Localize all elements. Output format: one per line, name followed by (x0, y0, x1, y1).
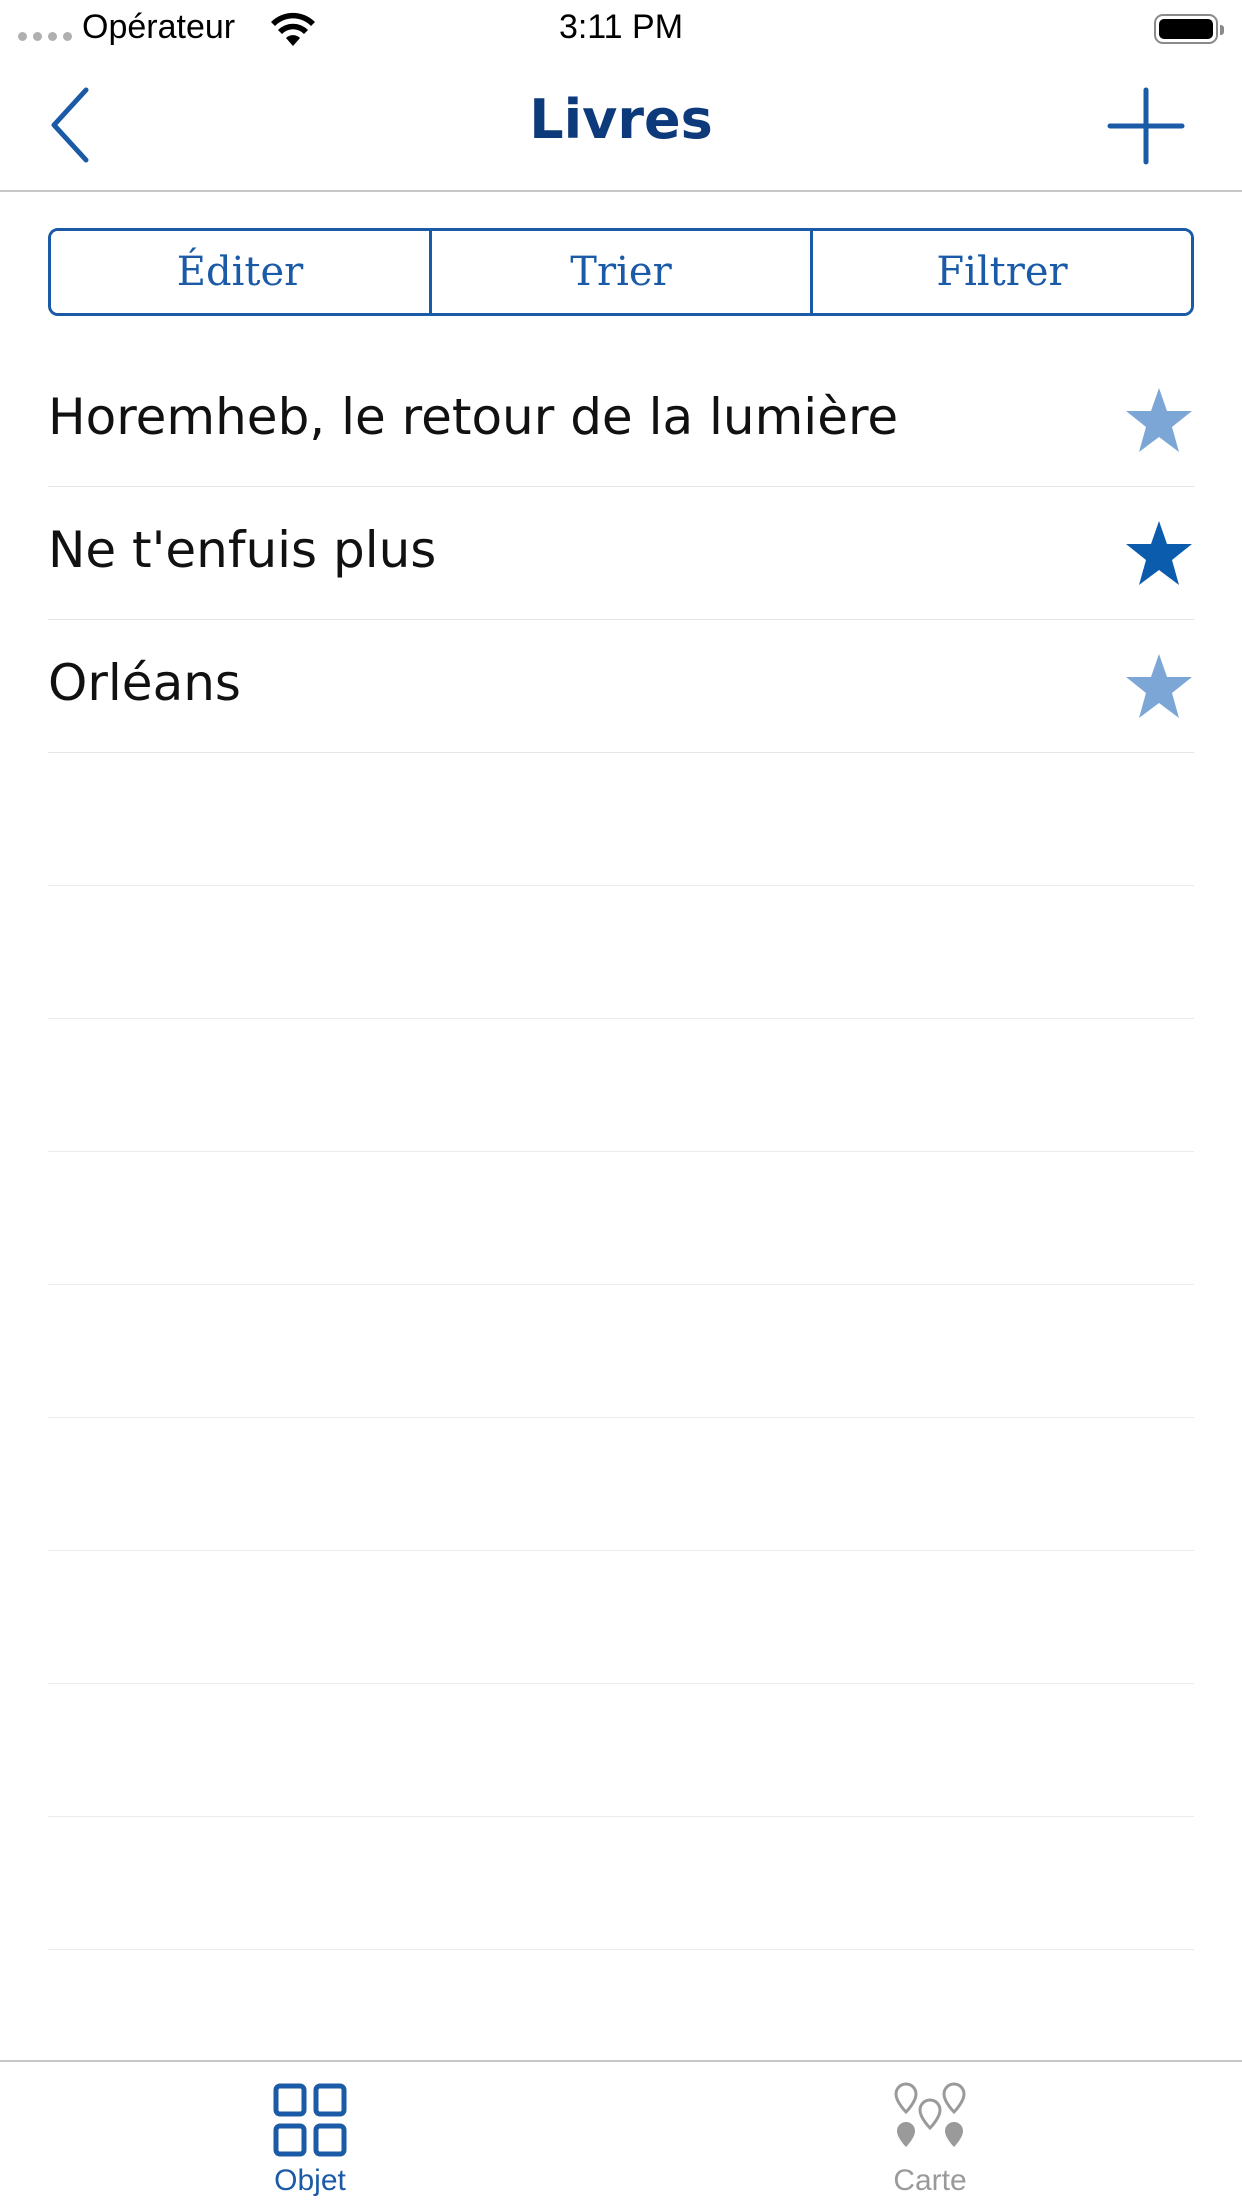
tab-bar: Objet Carte (0, 2060, 1242, 2210)
segmented-control: Éditer Trier Filtrer (48, 228, 1194, 316)
map-pins-icon (894, 2082, 966, 2147)
book-list: Horemheb, le retour de la lumière Ne t'e… (48, 354, 1194, 1950)
grid-icon (273, 2083, 347, 2157)
plus-icon[interactable] (1106, 86, 1186, 166)
star-icon[interactable] (1124, 519, 1194, 589)
tab-label: Carte (893, 2164, 967, 2197)
empty-row (48, 1817, 1194, 1950)
empty-row (48, 753, 1194, 886)
tab-objet[interactable]: Objet (210, 2082, 410, 2202)
empty-row (48, 1418, 1194, 1551)
navigation-bar: Livres (0, 60, 1242, 192)
list-item[interactable]: Ne t'enfuis plus (48, 487, 1194, 620)
tab-label: Objet (274, 2164, 346, 2197)
battery-level (1159, 19, 1213, 39)
empty-row (48, 1285, 1194, 1418)
battery-icon (1154, 14, 1224, 44)
page-title: Livres (529, 88, 713, 151)
sort-button[interactable]: Trier (429, 231, 810, 313)
empty-row (48, 1152, 1194, 1285)
list-item[interactable]: Orléans (48, 620, 1194, 753)
filter-button[interactable]: Filtrer (810, 231, 1191, 313)
star-icon[interactable] (1124, 652, 1194, 722)
empty-row (48, 1684, 1194, 1817)
status-bar: Opérateur 3:11 PM (0, 0, 1242, 60)
edit-button[interactable]: Éditer (51, 231, 429, 313)
book-title: Ne t'enfuis plus (48, 521, 437, 579)
empty-row (48, 1019, 1194, 1152)
book-title: Horemheb, le retour de la lumière (48, 388, 899, 446)
book-title: Orléans (48, 654, 241, 712)
status-time: 3:11 PM (558, 8, 684, 46)
star-icon[interactable] (1124, 386, 1194, 456)
empty-row (48, 886, 1194, 1019)
tab-carte[interactable]: Carte (830, 2082, 1030, 2202)
empty-row (48, 1551, 1194, 1684)
list-item[interactable]: Horemheb, le retour de la lumière (48, 354, 1194, 487)
